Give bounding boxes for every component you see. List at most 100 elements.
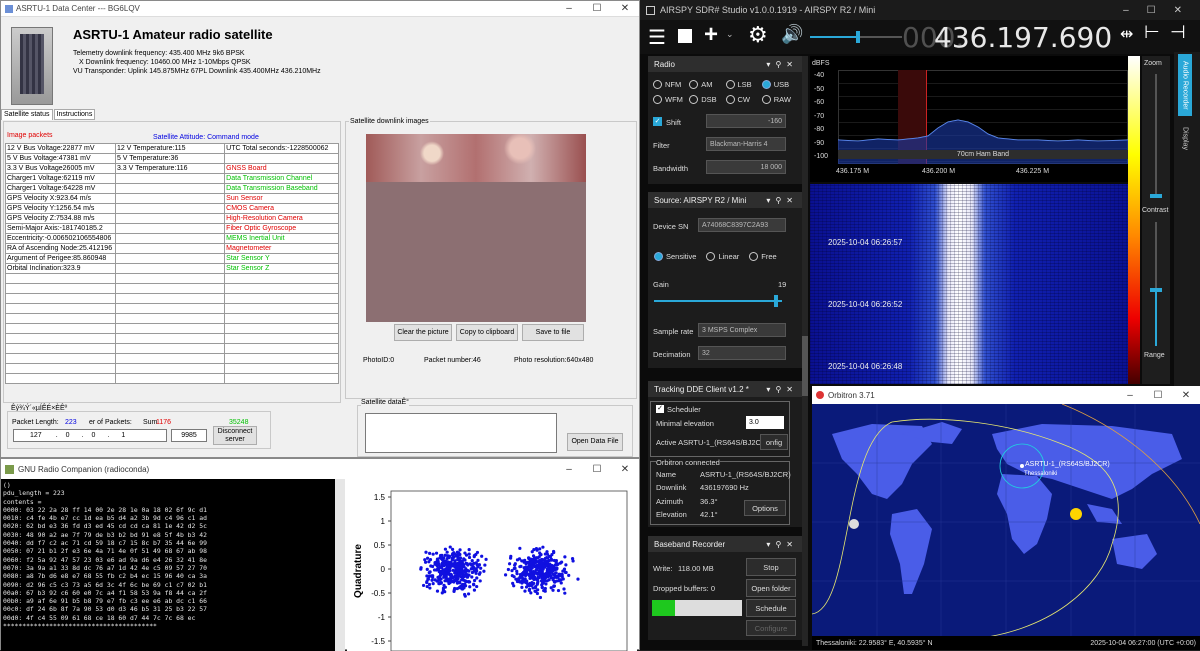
- packet-length-value: 223: [65, 419, 77, 426]
- constellation-point: [548, 572, 552, 576]
- min-elev-field[interactable]: 3.0: [746, 416, 784, 429]
- tab-instructions[interactable]: Instructions: [53, 109, 96, 120]
- stop-button[interactable]: Stop: [746, 558, 796, 576]
- sdr-titlebar[interactable]: AIRSPY SDR# Studio v1.0.0.1919 - AIRSPY …: [640, 0, 1200, 20]
- tab-display[interactable]: Display: [1178, 118, 1192, 158]
- constellation-point: [537, 576, 541, 580]
- tab-audio-recorder[interactable]: Audio Recorder: [1178, 54, 1192, 116]
- mode-lsb[interactable]: LSB: [725, 80, 762, 89]
- minimize-icon[interactable]: –: [555, 464, 583, 475]
- bandwidth-field[interactable]: 18 000: [706, 160, 786, 174]
- terminal-scrollbar[interactable]: [335, 479, 345, 651]
- tuning-arrows-icon[interactable]: ⇹: [1120, 24, 1133, 44]
- shift-checkbox[interactable]: ✓: [653, 117, 662, 126]
- maximize-icon[interactable]: ☐: [1144, 390, 1172, 401]
- mode-usb[interactable]: USB: [761, 80, 798, 89]
- gain-mode-sensitive[interactable]: Sensitive: [654, 252, 696, 261]
- constellation-point: [557, 579, 561, 583]
- constellation-point: [439, 577, 443, 581]
- chevron-down-icon[interactable]: ⌄: [726, 29, 734, 40]
- constellation-point: [534, 560, 538, 565]
- options-button[interactable]: Options: [744, 500, 786, 516]
- asrtu-window: ASRTU-1 Data Center --- BG6LQV – ☐ ✕ ASRTU…: [0, 0, 640, 458]
- name-label: Name: [656, 470, 677, 479]
- panel-controls-icon[interactable]: ▾⚲✕: [766, 385, 798, 394]
- sample-rate-select[interactable]: 3 MSPS Complex: [698, 323, 786, 337]
- mode-wfm[interactable]: WFM: [653, 95, 689, 104]
- asrtu-titlebar[interactable]: ASRTU-1 Data Center --- BG6LQV – ☐ ✕: [1, 1, 639, 17]
- decimation-select[interactable]: 32: [698, 346, 786, 360]
- close-icon[interactable]: ✕: [1172, 390, 1200, 401]
- constellation-point: [546, 569, 550, 573]
- zoom-slider-thumb[interactable]: [1150, 194, 1162, 198]
- port-field[interactable]: 9985: [171, 429, 207, 442]
- spectrum-display[interactable]: dBFS -40 -50 -60 -70 -80 -90 -100 70cm Ham Ban…: [810, 56, 1140, 182]
- close-icon[interactable]: ✕: [611, 3, 639, 14]
- tab-satellite-status[interactable]: Satellite status: [1, 109, 53, 120]
- ip-octet-4: 1: [121, 432, 126, 439]
- table-cell: [224, 373, 339, 384]
- stop-icon[interactable]: [678, 29, 692, 43]
- menu-icon[interactable]: ☰: [648, 25, 666, 50]
- gnu-titlebar[interactable]: GNU Radio Companion (radioconda) – ☐ ✕: [1, 459, 639, 479]
- panel-scrollbar[interactable]: [802, 56, 808, 646]
- constellation-point: [567, 573, 571, 577]
- gear-icon[interactable]: ⚙: [748, 22, 768, 48]
- satellite-data-textbox[interactable]: [365, 413, 557, 453]
- config-button[interactable]: onfig: [760, 434, 788, 450]
- terminal-line: 0040: dd f7 c2 ac 71 cd 59 18 c7 15 8c b…: [3, 539, 207, 548]
- constellation-point: [459, 560, 463, 564]
- gain-mode-linear[interactable]: Linear: [706, 252, 739, 261]
- copy-clipboard-button[interactable]: Copy to clipboard: [456, 324, 518, 341]
- table-row: [5, 333, 339, 344]
- configure-button[interactable]: Configure: [746, 620, 796, 636]
- snap-icon[interactable]: ⊢: [1144, 22, 1160, 43]
- frequency-display[interactable]: 436.197.690: [934, 21, 1112, 54]
- disconnect-server-button[interactable]: Disconnect server: [213, 426, 257, 445]
- packet-number: Packet number:46: [424, 357, 481, 364]
- panel-controls-icon[interactable]: ▾⚲✕: [766, 60, 798, 69]
- constellation-point: [512, 566, 516, 571]
- mode-dsb[interactable]: DSB: [689, 95, 725, 104]
- save-file-button[interactable]: Save to file: [522, 324, 584, 341]
- open-data-file-button[interactable]: Open Data File: [567, 433, 623, 451]
- minimize-icon[interactable]: –: [1116, 390, 1144, 401]
- gain-mode-free[interactable]: Free: [749, 252, 777, 261]
- gain-slider-thumb[interactable]: [773, 295, 778, 307]
- maximize-icon[interactable]: ☐: [583, 464, 611, 475]
- close-icon[interactable]: ✕: [611, 464, 639, 475]
- orbitron-titlebar[interactable]: Orbitron 3.71 – ☐ ✕: [812, 386, 1200, 404]
- gain-slider[interactable]: [654, 300, 782, 302]
- mode-raw[interactable]: RAW: [761, 95, 798, 104]
- zoom-slider[interactable]: [1155, 74, 1157, 194]
- panel-controls-icon[interactable]: ▾⚲✕: [766, 540, 798, 549]
- table-row: Charger1 Voltage:64228 mV Data Transmissi…: [5, 183, 339, 194]
- maximize-icon[interactable]: ☐: [583, 3, 611, 14]
- add-icon[interactable]: +: [704, 21, 718, 49]
- constellation-point: [523, 577, 527, 581]
- schedule-button[interactable]: Schedule: [746, 599, 796, 617]
- filter-select[interactable]: Blackman-Harris 4: [706, 137, 786, 151]
- mode-cw[interactable]: CW: [725, 95, 762, 104]
- minimize-icon[interactable]: –: [555, 3, 583, 14]
- shift-field[interactable]: -160: [706, 114, 786, 128]
- satellite-marker[interactable]: [1020, 464, 1024, 468]
- ip-address-field[interactable]: 127. 0. 0. 1: [13, 429, 167, 442]
- db-tick: -100: [814, 153, 829, 160]
- clear-picture-button[interactable]: Clear the picture: [394, 324, 452, 341]
- volume-slider[interactable]: [810, 31, 902, 43]
- mode-am[interactable]: AM: [689, 80, 725, 89]
- dsp-icon[interactable]: ⊣: [1170, 22, 1186, 43]
- world-map[interactable]: ASRTU-1_(RS64S/BJ2CR) Thessaloniki: [812, 404, 1200, 640]
- mode-nfm[interactable]: NFM: [653, 80, 689, 89]
- panel-controls-icon[interactable]: ▾⚲✕: [766, 196, 798, 205]
- device-sn-select[interactable]: A74068C8397C2A93: [698, 218, 786, 232]
- sdr-window-buttons[interactable]: –☐✕: [1123, 5, 1200, 16]
- waterfall-display[interactable]: 2025-10-04 06:26:57 2025-10-04 06:26:52 …: [810, 184, 1140, 384]
- scheduler-checkbox[interactable]: ✓: [656, 405, 664, 413]
- table-cell: 12 V Bus Voltage:22877 mV: [5, 143, 116, 154]
- radio-icon: [689, 95, 699, 104]
- constellation-point: [534, 556, 538, 561]
- open-folder-button[interactable]: Open folder: [746, 579, 796, 597]
- speaker-icon[interactable]: 🔊: [781, 24, 803, 45]
